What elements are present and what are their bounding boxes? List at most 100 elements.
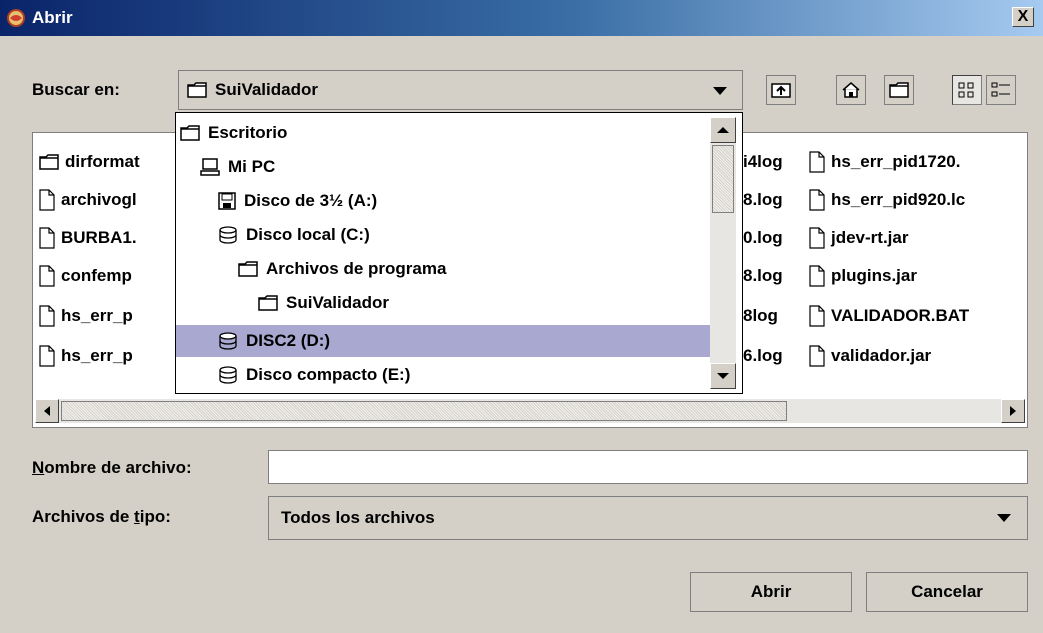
list-item[interactable]: jdev-rt.jar: [809, 223, 908, 253]
list-item[interactable]: hs_err_p: [39, 301, 133, 331]
list-item-label: 6.log: [743, 346, 783, 365]
file-icon: [39, 265, 55, 287]
dropdown-item-label: Disco de 3½ (A:): [244, 191, 378, 210]
java-app-icon: [6, 8, 26, 28]
dropdown-item-label: Escritorio: [208, 123, 288, 142]
look-in-dropdown[interactable]: Escritorio Mi PC Disco de 3½ (A:) Disco …: [175, 112, 743, 394]
arrow-up-icon: [717, 127, 729, 133]
drive-icon: [219, 366, 237, 384]
home-button[interactable]: [836, 75, 866, 105]
list-item-label: hs_err_p: [61, 306, 133, 325]
look-in-combo[interactable]: SuiValidador: [178, 70, 743, 110]
list-item-label: hs_err_pid920.lc: [831, 190, 966, 209]
list-view-button[interactable]: [952, 75, 982, 105]
list-item-label: BURBA1.: [61, 228, 137, 247]
list-item[interactable]: plugins.jar: [809, 261, 917, 291]
list-item[interactable]: hs_err_pid920.lc: [809, 185, 965, 215]
list-item[interactable]: confemp: [39, 261, 132, 291]
look-in-label: Buscar en:: [32, 80, 120, 99]
details-view-button[interactable]: [986, 75, 1016, 105]
chevron-down-icon[interactable]: [997, 514, 1011, 522]
filename-input[interactable]: [268, 450, 1028, 484]
dropdown-item-drive-e[interactable]: Disco compacto (E:): [176, 359, 748, 391]
list-item[interactable]: dirformat: [39, 147, 140, 177]
floppy-icon: [218, 192, 236, 210]
scroll-up-button[interactable]: [710, 117, 736, 143]
dropdown-item-label: Archivos de programa: [266, 259, 447, 278]
list-item[interactable]: hs_err_p: [39, 341, 133, 371]
list-item-label: plugins.jar: [831, 266, 917, 285]
list-item-label: jdev-rt.jar: [831, 228, 909, 247]
arrow-right-icon: [1010, 406, 1016, 416]
dropdown-item-my-pc[interactable]: Mi PC: [176, 151, 730, 183]
list-item-label: 8.log: [743, 190, 783, 209]
list-item[interactable]: 8.log: [743, 185, 783, 215]
arrow-left-icon: [44, 406, 50, 416]
dropdown-item-label: Mi PC: [228, 157, 276, 176]
dropdown-vertical-scrollbar[interactable]: [710, 117, 736, 389]
list-item[interactable]: BURBA1.: [39, 223, 137, 253]
scroll-thumb[interactable]: [61, 401, 787, 421]
file-icon: [809, 345, 825, 367]
list-item[interactable]: archivogl: [39, 185, 137, 215]
cancel-button[interactable]: Cancelar: [866, 572, 1028, 612]
drive-icon: [219, 332, 237, 350]
dropdown-item-program-files[interactable]: Archivos de programa: [176, 253, 768, 285]
file-icon: [39, 305, 55, 327]
list-item[interactable]: VALIDADOR.BAT: [809, 301, 969, 331]
look-in-value: SuiValidador: [215, 80, 318, 99]
file-icon: [809, 305, 825, 327]
folder-icon: [187, 82, 207, 98]
list-item-label: 0.log: [743, 228, 783, 247]
up-folder-icon: [771, 83, 791, 98]
dropdown-item-suivalidador[interactable]: SuiValidador: [176, 287, 788, 319]
dropdown-item-label: DISC2 (D:): [246, 331, 331, 350]
chevron-down-icon[interactable]: [713, 87, 727, 95]
file-icon: [809, 227, 825, 249]
file-icon: [809, 151, 825, 173]
dropdown-item-label: Disco local (C:): [246, 225, 370, 244]
filetype-value: Todos los archivos: [281, 508, 435, 527]
dropdown-item-label: SuiValidador: [286, 293, 389, 312]
dropdown-item-desktop[interactable]: Escritorio: [176, 117, 710, 149]
filetype-label: Archivos de tipo:: [32, 507, 171, 526]
new-folder-icon: [889, 82, 909, 98]
list-item-label: hs_err_p: [61, 346, 133, 365]
home-icon: [842, 82, 860, 98]
open-button[interactable]: Abrir: [690, 572, 852, 612]
dropdown-item-drive-d[interactable]: DISC2 (D:): [176, 325, 710, 357]
dropdown-item-drive-c[interactable]: Disco local (C:): [176, 219, 748, 251]
list-view-icon: [958, 82, 974, 98]
dropdown-item-floppy[interactable]: Disco de 3½ (A:): [176, 185, 748, 217]
scroll-down-button[interactable]: [710, 363, 736, 389]
close-button[interactable]: X: [1012, 7, 1034, 27]
arrow-down-icon: [717, 373, 729, 379]
list-item[interactable]: 0.log: [743, 223, 783, 253]
filename-label: Nombre de archivo:: [32, 458, 192, 477]
up-folder-button[interactable]: [766, 75, 796, 105]
scroll-right-button[interactable]: [1001, 399, 1025, 423]
list-item-label: validador.jar: [831, 346, 932, 365]
folder-icon: [39, 154, 59, 170]
file-icon: [809, 189, 825, 211]
list-item-label: dirformat: [65, 152, 140, 171]
scroll-left-button[interactable]: [35, 399, 59, 423]
title-bar: Abrir X: [0, 0, 1043, 36]
details-view-icon: [991, 82, 1010, 97]
horizontal-scrollbar[interactable]: [35, 399, 1025, 423]
file-icon: [809, 265, 825, 287]
file-icon: [39, 189, 55, 211]
list-item-label: i4log: [743, 152, 783, 171]
dropdown-scroll-thumb[interactable]: [712, 145, 734, 213]
list-item[interactable]: hs_err_pid1720.: [809, 147, 960, 177]
list-item[interactable]: validador.jar: [809, 341, 931, 371]
list-item[interactable]: i4log: [743, 147, 783, 177]
new-folder-button[interactable]: [884, 75, 914, 105]
folder-icon: [238, 261, 258, 277]
list-item-label: VALIDADOR.BAT: [831, 306, 970, 325]
list-item[interactable]: 6.log: [743, 341, 783, 371]
dropdown-item-label: Disco compacto (E:): [246, 365, 411, 384]
filetype-combo[interactable]: Todos los archivos: [268, 496, 1028, 540]
drive-icon: [219, 226, 237, 244]
window-title: Abrir: [32, 8, 73, 27]
